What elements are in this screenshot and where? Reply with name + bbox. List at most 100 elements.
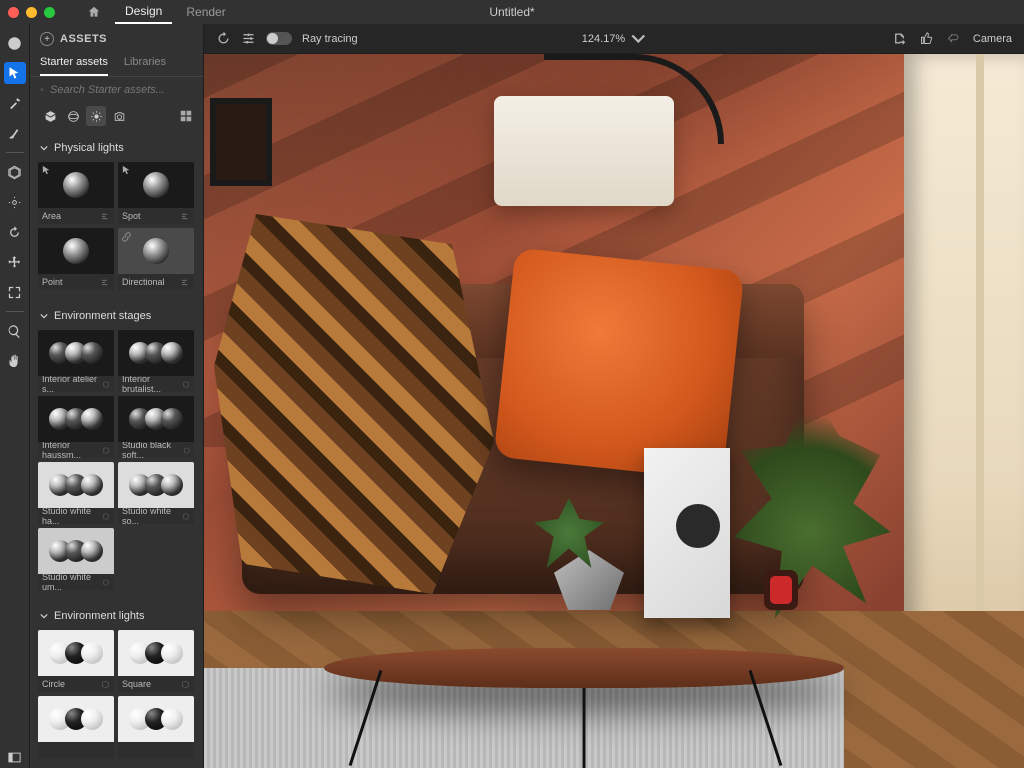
chevron-down-icon xyxy=(40,612,48,620)
add-tool[interactable] xyxy=(4,32,26,54)
close-window-button[interactable] xyxy=(8,7,19,18)
cube-tool[interactable] xyxy=(4,161,26,183)
cube-small-icon xyxy=(182,380,190,389)
search-icon xyxy=(40,83,44,96)
thumb-label: Studio black soft... xyxy=(122,440,183,458)
design-tab[interactable]: Design xyxy=(115,0,172,24)
thumbs-up-icon[interactable] xyxy=(919,31,934,46)
envlight-item[interactable] xyxy=(118,696,194,758)
history-icon[interactable] xyxy=(216,31,231,46)
thumb-label: Area xyxy=(42,211,61,221)
titlebar: Design Render Untitled* xyxy=(0,0,1024,24)
hand-tool[interactable] xyxy=(4,350,26,372)
envlight-square[interactable]: Square xyxy=(118,630,194,692)
stage-interior-brutalist[interactable]: Interior brutalist... xyxy=(118,330,194,392)
rotate-tool[interactable] xyxy=(4,221,26,243)
brush-icon xyxy=(7,126,22,141)
cube-small-icon xyxy=(101,680,110,689)
light-point[interactable]: Point xyxy=(38,228,114,290)
cube-icon xyxy=(7,165,22,180)
move-icon xyxy=(7,255,22,270)
stage-studio-black-soft[interactable]: Studio black soft... xyxy=(118,396,194,458)
wand-icon xyxy=(7,96,22,111)
camera-dropdown[interactable]: Camera xyxy=(973,33,1012,45)
section-physical-lights[interactable]: Physical lights xyxy=(38,138,195,158)
envlight-item[interactable] xyxy=(38,696,114,758)
cube-small-icon xyxy=(181,680,190,689)
zoom-value: 124.17% xyxy=(582,33,625,45)
light-spot[interactable]: Spot xyxy=(118,162,194,224)
stage-studio-white-so[interactable]: Studio white so... xyxy=(118,462,194,524)
move-tool[interactable] xyxy=(4,251,26,273)
raytracing-toggle[interactable] xyxy=(266,32,292,45)
sliders-icon[interactable] xyxy=(181,278,190,287)
sliders-icon[interactable] xyxy=(101,278,110,287)
scene-lamp-shade xyxy=(494,96,674,206)
filter-cameras-button[interactable] xyxy=(109,106,129,126)
section-environment-lights[interactable]: Environment lights xyxy=(38,606,195,626)
stage-interior-haussm[interactable]: Interior haussm... xyxy=(38,396,114,458)
chevron-down-icon xyxy=(631,31,646,46)
thumb-label: Interior atelier s... xyxy=(42,374,102,392)
light-area[interactable]: Area xyxy=(38,162,114,224)
cube-small-icon xyxy=(183,446,190,455)
camera-icon xyxy=(113,110,126,123)
magic-wand-tool[interactable] xyxy=(4,92,26,114)
light-tool[interactable] xyxy=(4,191,26,213)
document-title: Untitled* xyxy=(489,5,534,19)
stage-studio-white-um[interactable]: Studio white um... xyxy=(38,528,114,590)
settings-icon[interactable] xyxy=(241,31,256,46)
light-directional[interactable]: Directional xyxy=(118,228,194,290)
panel-toggle[interactable] xyxy=(4,746,26,768)
tool-rail xyxy=(0,24,30,768)
render-tab[interactable]: Render xyxy=(176,0,235,24)
divider xyxy=(6,311,24,312)
grid-view-button[interactable] xyxy=(179,109,193,123)
starter-assets-tab[interactable]: Starter assets xyxy=(40,50,108,76)
filter-materials-button[interactable] xyxy=(63,106,83,126)
stage-interior-atelier[interactable]: Interior atelier s... xyxy=(38,330,114,392)
hand-icon xyxy=(7,354,22,369)
filter-models-button[interactable] xyxy=(40,106,60,126)
cube-small-icon xyxy=(102,446,110,455)
viewport-column: Ray tracing 124.17% Camera xyxy=(204,24,1024,768)
sliders-icon[interactable] xyxy=(181,212,190,221)
thumb-label: Interior haussm... xyxy=(42,440,102,458)
cube-small-icon xyxy=(102,512,110,521)
zoom-control[interactable]: 124.17% xyxy=(582,31,646,46)
home-tab[interactable] xyxy=(77,0,111,24)
export-icon[interactable] xyxy=(892,31,907,46)
filter-lights-button[interactable] xyxy=(86,106,106,126)
thumb-label: Circle xyxy=(42,679,65,689)
scale-tool[interactable] xyxy=(4,281,26,303)
sun-icon xyxy=(7,195,22,210)
libraries-tab[interactable]: Libraries xyxy=(124,50,166,76)
asset-filter-row xyxy=(30,102,203,134)
chevron-down-icon xyxy=(40,144,48,152)
brush-tool[interactable] xyxy=(4,122,26,144)
undo-icon[interactable] xyxy=(946,31,961,46)
section-label: Environment stages xyxy=(54,310,151,322)
search-input[interactable] xyxy=(50,84,193,96)
add-asset-button[interactable]: + xyxy=(40,32,54,46)
sliders-icon[interactable] xyxy=(101,212,110,221)
maximize-window-button[interactable] xyxy=(44,7,55,18)
section-environment-stages[interactable]: Environment stages xyxy=(38,306,195,326)
plus-circle-icon xyxy=(7,36,22,51)
stage-studio-white-ha[interactable]: Studio white ha... xyxy=(38,462,114,524)
section-label: Physical lights xyxy=(54,142,124,154)
envlight-circle[interactable]: Circle xyxy=(38,630,114,692)
cube-small-icon xyxy=(102,380,110,389)
viewport-3d[interactable] xyxy=(204,54,1024,768)
cube-small-icon xyxy=(102,578,110,587)
scene-product-box xyxy=(644,448,730,618)
cursor-badge-icon xyxy=(41,165,52,176)
scene-picture-frame xyxy=(210,98,272,186)
zoom-tool[interactable] xyxy=(4,320,26,342)
scene-watch xyxy=(764,570,798,610)
scene-pillow xyxy=(494,248,745,481)
home-icon xyxy=(87,5,101,19)
select-tool[interactable] xyxy=(4,62,26,84)
thumb-label: Point xyxy=(42,277,63,287)
minimize-window-button[interactable] xyxy=(26,7,37,18)
